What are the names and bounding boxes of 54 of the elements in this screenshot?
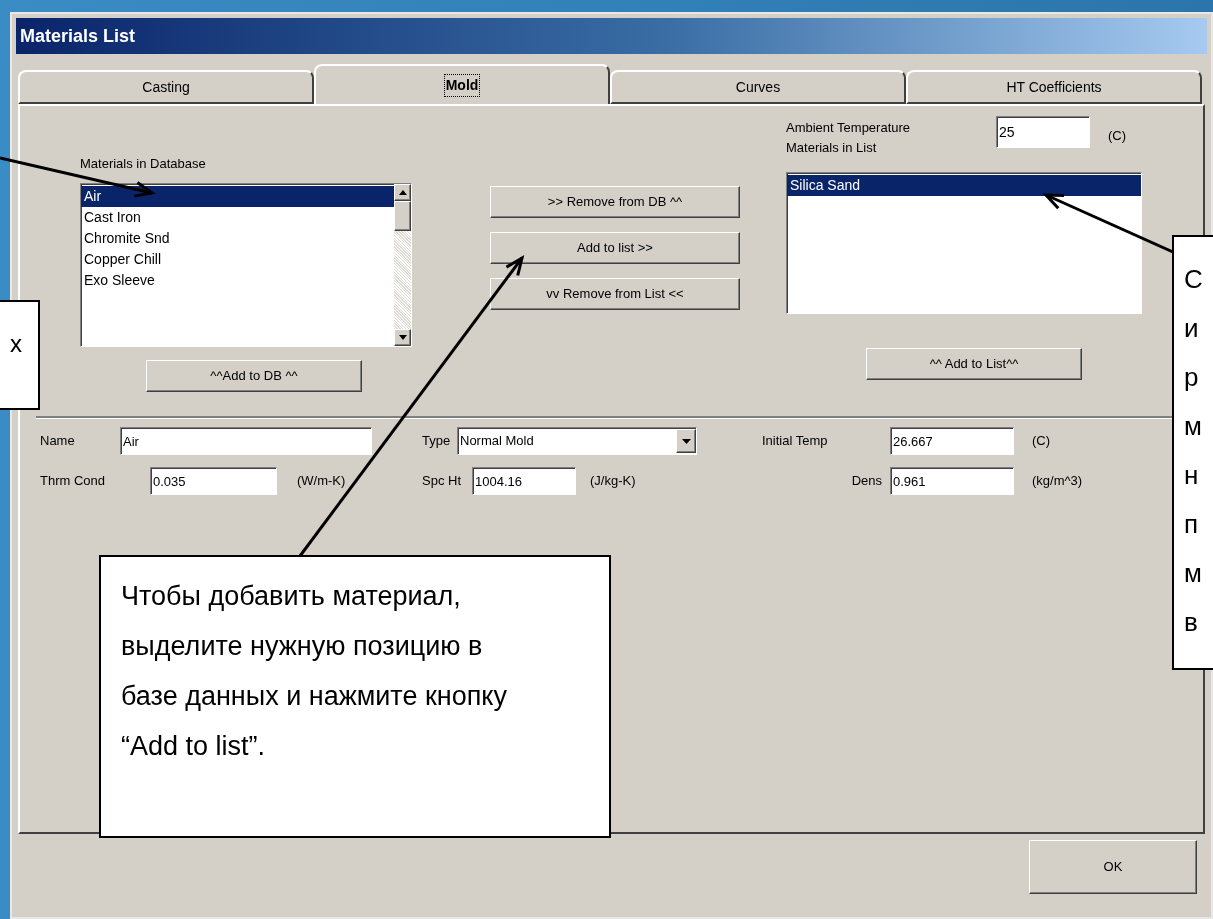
field-label: Spc Ht xyxy=(422,472,462,491)
field-label: Thrm Cond xyxy=(40,472,107,491)
input-field[interactable]: 0.961 xyxy=(890,467,1014,495)
callout-text: С xyxy=(1184,263,1204,296)
callout-text: х xyxy=(10,329,23,359)
input-field[interactable]: Air xyxy=(120,427,372,455)
type-dropdown[interactable]: Normal Mold xyxy=(457,427,697,455)
callout-text: р xyxy=(1184,361,1200,394)
tab[interactable]: Casting xyxy=(18,70,314,104)
dialog-button[interactable]: OK xyxy=(1029,840,1197,894)
list-label: Materials in Database xyxy=(80,155,207,173)
input-field[interactable]: 0.035 xyxy=(150,467,277,495)
list-item[interactable]: Exo Sleeve xyxy=(81,269,394,291)
callout-text: м xyxy=(1184,557,1203,590)
unit-label: (C) xyxy=(1032,432,1051,451)
list-item[interactable]: Silica Sand xyxy=(787,174,1141,196)
dialog-button[interactable]: ^^ Add to List^^ xyxy=(866,347,1082,380)
tab[interactable]: HT Coefficients xyxy=(906,70,1202,104)
ambient-label: Ambient Temperature xyxy=(786,119,912,137)
field-label: Type xyxy=(422,432,452,451)
callout-text: п xyxy=(1184,508,1200,541)
unit-label: (J/kg-K) xyxy=(590,472,636,491)
dialog-button[interactable]: Add to list >> xyxy=(490,232,740,264)
list-box[interactable]: Air Cast Iron Chromite Snd Copper Chill Exo Sleeve xyxy=(80,182,412,347)
scroll-thumb[interactable] xyxy=(394,200,411,231)
scrollbar[interactable] xyxy=(394,183,411,346)
list-label: Materials in List xyxy=(786,139,878,157)
list-item[interactable]: Cast Iron xyxy=(81,206,394,228)
input-field[interactable]: 26.667 xyxy=(890,427,1014,455)
scroll-down-icon[interactable] xyxy=(394,328,411,346)
callout-text: н xyxy=(1184,459,1200,492)
callout-text: м xyxy=(1184,410,1203,443)
callout-text: и xyxy=(1184,312,1200,345)
dialog-button[interactable]: >> Remove from DB ^^ xyxy=(490,186,740,218)
list-item[interactable]: Chromite Snd xyxy=(81,227,394,249)
field-label: Initial Temp xyxy=(762,432,829,451)
callout-text: в xyxy=(1184,606,1199,639)
window-title: Materials List xyxy=(20,24,136,48)
field-label: Name xyxy=(40,432,76,451)
unit-label: (W/m-K) xyxy=(297,472,346,491)
callout-text: Чтобы добавить материал, выделите нужную позицию в базе данных и нажмите кнопку “Add to list”. xyxy=(121,580,508,763)
list-box[interactable]: Silica Sand xyxy=(786,171,1142,314)
field-label: Dens xyxy=(850,472,883,491)
unit-label: (C) xyxy=(1108,127,1127,145)
scroll-up-icon[interactable] xyxy=(394,183,411,201)
ambient-input[interactable]: 25 xyxy=(996,116,1090,148)
dialog-button[interactable]: ^^Add to DB ^^ xyxy=(146,359,362,392)
tab[interactable]: Curves xyxy=(610,70,906,104)
dialog-button[interactable]: vv Remove from List << xyxy=(490,278,740,310)
list-item[interactable]: Copper Chill xyxy=(81,248,394,270)
tab[interactable]: Mold xyxy=(314,64,610,104)
input-field[interactable]: 1004.16 xyxy=(472,467,576,495)
unit-label: (kg/m^3) xyxy=(1032,472,1083,491)
list-item[interactable]: Air xyxy=(81,185,394,207)
